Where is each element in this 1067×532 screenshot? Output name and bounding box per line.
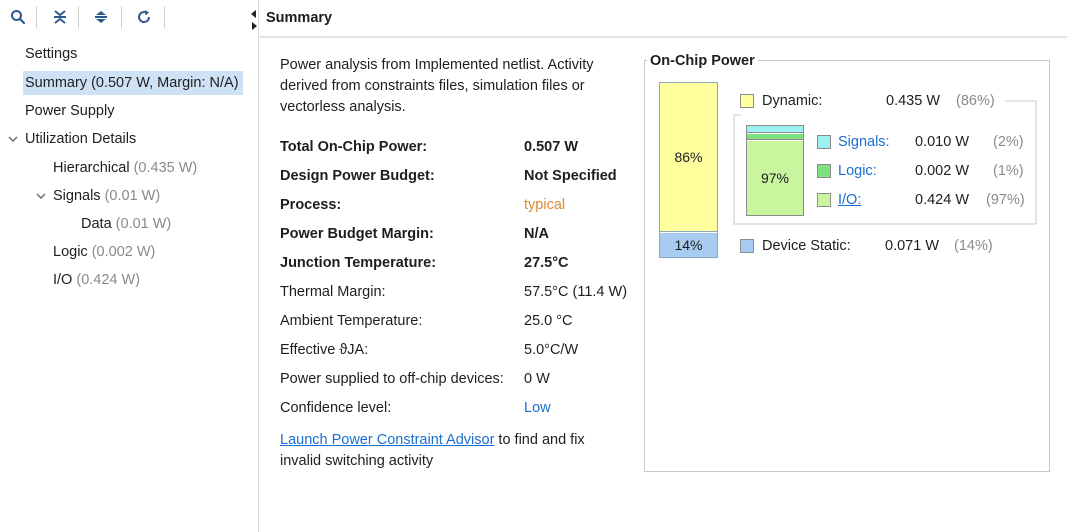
tree-item-value: (0.01 W)	[115, 216, 172, 232]
tree-item-utilization-details[interactable]: Utilization Details	[25, 127, 136, 151]
prop-label: Design Power Budget:	[280, 168, 435, 184]
summary-header: Summary	[251, 0, 1067, 38]
prop-value: 25.0 °C	[524, 313, 573, 329]
chevron-down-icon[interactable]	[7, 127, 19, 151]
prop-label: Ambient Temperature:	[280, 313, 423, 329]
tree-item-label: Utilization Details	[25, 131, 137, 147]
tree-item-data[interactable]: Data (0.01 W)	[81, 212, 171, 236]
tree-item-power-supply[interactable]: Power Supply	[25, 99, 114, 123]
signals-swatch	[817, 135, 831, 149]
tree-item-summary[interactable]: Summary (0.507 W, Margin: N/A)	[23, 71, 243, 95]
dynamic-bracket	[733, 100, 1037, 225]
on-chip-power-panel: On-Chip Power 86% 14% Dynamic: 0.435 W (…	[644, 53, 1050, 472]
search-icon[interactable]	[7, 6, 29, 28]
device-static-pct: (14%)	[954, 238, 993, 254]
io-pct: (97%)	[986, 192, 1025, 208]
tree-item-label: Summary (0.507 W, Margin: N/A)	[25, 75, 239, 91]
process-value[interactable]: typical	[524, 197, 565, 213]
toolbar-separator	[164, 6, 165, 28]
tree-item-value: (0.002 W)	[91, 244, 156, 260]
toolbar-separator	[78, 6, 79, 28]
io-swatch	[817, 193, 831, 207]
left-panel: Settings Summary (0.507 W, Margin: N/A) …	[0, 0, 259, 532]
tree-item-label: Settings	[25, 46, 78, 62]
prop-value: 0.507 W	[524, 139, 578, 155]
page-title: Summary	[266, 10, 333, 26]
tree-item-logic[interactable]: Logic (0.002 W)	[53, 240, 155, 264]
device-static-swatch	[740, 239, 754, 253]
logic-value: 0.002 W	[915, 163, 969, 179]
signals-link[interactable]: Signals:	[838, 134, 890, 150]
tree-item-io[interactable]: I/O (0.424 W)	[53, 268, 140, 292]
tree-item-value: (0.01 W)	[104, 188, 161, 204]
expand-all-icon[interactable]	[90, 6, 112, 28]
prop-label: Total On-Chip Power:	[280, 139, 428, 155]
tree-item-label: Hierarchical	[53, 160, 130, 176]
prop-label: Power supplied to off-chip devices:	[280, 371, 504, 387]
logic-link[interactable]: Logic:	[838, 163, 877, 179]
prop-label: Effective ϑJA:	[280, 342, 369, 358]
tree-item-label: I/O	[53, 272, 73, 288]
prop-label: Thermal Margin:	[280, 284, 386, 300]
io-value: 0.424 W	[915, 192, 969, 208]
tree-item-settings[interactable]: Settings	[25, 42, 77, 66]
refresh-icon[interactable]	[133, 6, 155, 28]
toolbar-separator	[121, 6, 122, 28]
collapse-all-icon[interactable]	[49, 6, 71, 28]
tree-item-label: Power Supply	[25, 103, 115, 119]
io-bar-label: 97%	[760, 170, 790, 186]
confidence-value[interactable]: Low	[524, 400, 551, 416]
chevron-down-icon[interactable]	[35, 184, 47, 208]
advisor-text: Launch Power Constraint Advisor to find …	[280, 430, 625, 472]
prop-value: N/A	[524, 226, 549, 242]
prop-value: 0 W	[524, 371, 550, 387]
prop-value: 27.5°C	[524, 255, 569, 271]
prop-label: Junction Temperature:	[280, 255, 437, 271]
prop-label: Power Budget Margin:	[280, 226, 434, 242]
signals-pct: (2%)	[993, 134, 1024, 150]
dynamic-breakdown-bar: 97%	[746, 125, 804, 216]
io-link[interactable]: I/O:	[838, 192, 861, 208]
signals-bar-segment[interactable]	[747, 126, 803, 133]
tree-item-hierarchical[interactable]: Hierarchical (0.435 W)	[53, 156, 197, 180]
tree-item-value: (0.435 W)	[133, 160, 198, 176]
logic-swatch	[817, 164, 831, 178]
tree-item-label: Data	[81, 216, 112, 232]
prop-value: 57.5°C (11.4 W)	[524, 284, 628, 300]
toolbar-separator	[36, 6, 37, 28]
prop-label: Confidence level:	[280, 400, 392, 416]
left-toolbar	[0, 0, 259, 36]
tree-item-value: (0.424 W)	[76, 272, 141, 288]
tree-item-label: Logic	[53, 244, 88, 260]
device-static-value: 0.071 W	[885, 238, 939, 254]
io-bar-segment[interactable]: 97%	[747, 141, 803, 215]
summary-content: Power analysis from Implemented netlist.…	[260, 40, 1067, 532]
prop-value: 5.0°C/W	[524, 342, 579, 358]
prop-label: Process:	[280, 197, 342, 213]
device-static-label: Device Static:	[762, 238, 851, 254]
intro-text: Power analysis from Implemented netlist.…	[280, 57, 594, 115]
logic-pct: (1%)	[993, 163, 1024, 179]
tree-item-label: Signals	[53, 188, 101, 204]
signals-value: 0.010 W	[915, 134, 969, 150]
tree-item-signals[interactable]: Signals (0.01 W)	[53, 184, 160, 208]
panel-collapse-icon[interactable]	[250, 8, 258, 32]
logic-bar-segment[interactable]	[747, 134, 803, 140]
launch-advisor-link[interactable]: Launch Power Constraint Advisor	[280, 432, 494, 448]
prop-value: Not Specified	[524, 168, 617, 184]
